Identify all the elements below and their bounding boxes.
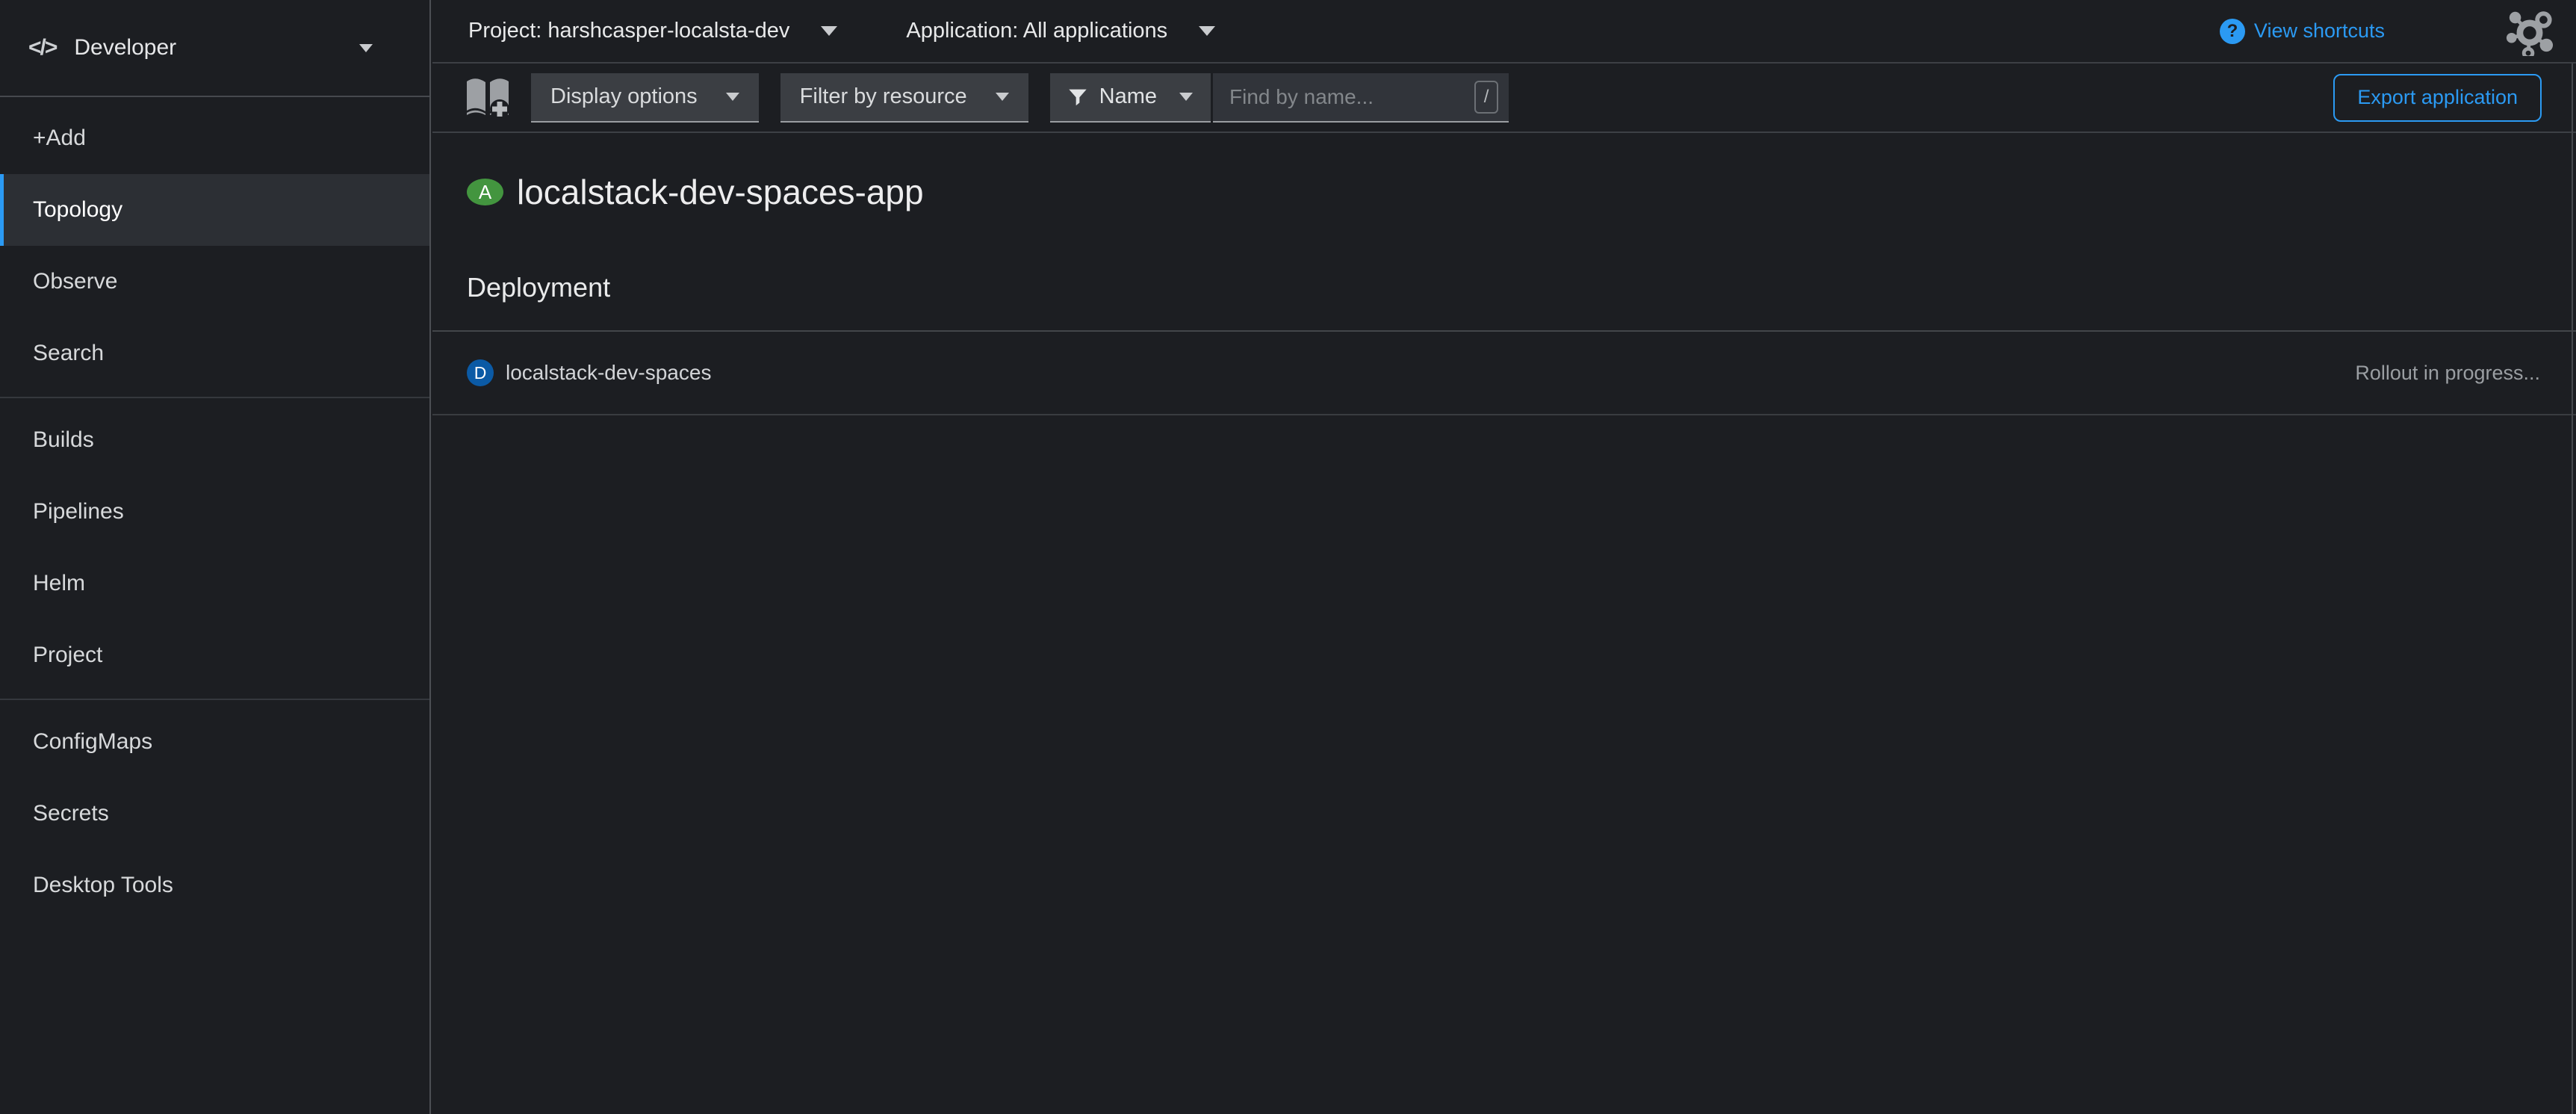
application-dropdown-label: Application: All applications — [906, 19, 1167, 43]
chevron-down-icon — [1179, 93, 1193, 101]
application-title: localstack-dev-spaces-app — [517, 172, 924, 212]
application-dropdown[interactable]: Application: All applications — [906, 19, 1215, 43]
sidebar: </> Developer +Add Topology Observe Sear… — [0, 0, 431, 1114]
main-area: Project: harshcasper-localsta-dev Applic… — [432, 0, 2576, 1114]
find-by-name-field: / — [1213, 73, 1509, 123]
chevron-down-icon — [1199, 26, 1215, 36]
chevron-down-icon — [726, 93, 739, 101]
sidebar-item-label: Topology — [33, 197, 122, 223]
view-shortcuts-link[interactable]: ? View shortcuts — [2220, 19, 2385, 44]
sidebar-item-topology[interactable]: Topology — [0, 174, 429, 246]
application-badge: A — [467, 179, 503, 205]
perspective-switcher[interactable]: </> Developer — [0, 0, 429, 97]
filter-by-resource-dropdown[interactable]: Filter by resource — [780, 73, 1028, 123]
chevron-down-icon — [821, 26, 837, 36]
sidebar-item-add[interactable]: +Add — [0, 102, 429, 174]
book-plus-icon — [464, 76, 512, 120]
name-filter-group: Name / — [1050, 73, 1509, 123]
sidebar-item-label: Secrets — [33, 801, 109, 826]
sidebar-divider — [0, 397, 429, 398]
openshift-console: </> Developer +Add Topology Observe Sear… — [0, 0, 2576, 1114]
export-application-button[interactable]: Export application — [2333, 74, 2542, 122]
sidebar-item-search[interactable]: Search — [0, 318, 429, 389]
deployment-badge: D — [467, 359, 494, 386]
context-bar: Project: harshcasper-localsta-dev Applic… — [432, 0, 2576, 64]
view-shortcuts-label: View shortcuts — [2254, 19, 2385, 43]
topology-graph-view-button[interactable] — [2504, 6, 2555, 57]
sidebar-item-label: Observe — [33, 269, 117, 294]
deployment-status: Rollout in progress... — [2355, 362, 2540, 385]
chevron-down-icon — [359, 44, 373, 52]
sidebar-item-pipelines[interactable]: Pipelines — [0, 476, 429, 548]
topology-list-view: A localstack-dev-spaces-app Deployment D… — [432, 172, 2576, 415]
deployment-name: localstack-dev-spaces — [506, 361, 711, 385]
find-by-name-input[interactable] — [1229, 85, 1474, 109]
chevron-down-icon — [996, 93, 1009, 101]
sidebar-item-desktop-tools[interactable]: Desktop Tools — [0, 850, 429, 921]
sidebar-item-label: Builds — [33, 427, 94, 453]
application-group-header: A localstack-dev-spaces-app — [467, 172, 2576, 212]
sidebar-item-label: +Add — [33, 126, 86, 151]
display-options-label: Display options — [550, 84, 698, 109]
project-dropdown[interactable]: Project: harshcasper-localsta-dev — [468, 19, 837, 43]
name-filter-label: Name — [1099, 84, 1157, 109]
deployment-row[interactable]: D localstack-dev-spaces Rollout in progr… — [432, 330, 2576, 415]
question-circle-icon: ? — [2220, 19, 2245, 44]
sidebar-item-configmaps[interactable]: ConfigMaps — [0, 706, 429, 778]
sidebar-item-label: Pipelines — [33, 499, 124, 524]
sidebar-item-builds[interactable]: Builds — [0, 404, 429, 476]
name-filter-dropdown[interactable]: Name — [1050, 73, 1211, 123]
slash-shortcut-key: / — [1474, 81, 1498, 114]
code-icon: </> — [28, 35, 56, 61]
filter-by-resource-label: Filter by resource — [800, 84, 967, 109]
sidebar-item-label: Search — [33, 341, 104, 366]
topology-icon — [2505, 7, 2554, 56]
filter-funnel-icon — [1068, 87, 1087, 107]
sidebar-item-observe[interactable]: Observe — [0, 246, 429, 318]
sidebar-item-project[interactable]: Project — [0, 619, 429, 691]
sidebar-item-label: ConfigMaps — [33, 729, 152, 755]
sidebar-item-label: Project — [33, 643, 102, 668]
display-options-dropdown[interactable]: Display options — [531, 73, 759, 123]
perspective-label: Developer — [74, 35, 176, 61]
section-heading: Deployment — [467, 272, 2576, 303]
sidebar-item-label: Desktop Tools — [33, 873, 173, 898]
project-dropdown-label: Project: harshcasper-localsta-dev — [468, 19, 789, 43]
sidebar-item-helm[interactable]: Helm — [0, 548, 429, 619]
sidebar-divider — [0, 699, 429, 700]
sidebar-nav: +Add Topology Observe Search Builds Pipe… — [0, 97, 429, 921]
sidebar-item-secrets[interactable]: Secrets — [0, 778, 429, 850]
vertical-scrollbar[interactable] — [2572, 64, 2576, 1114]
quick-search-button[interactable] — [463, 75, 512, 120]
sidebar-item-label: Helm — [33, 571, 85, 596]
topology-toolbar: Display options Filter by resource Name — [432, 64, 2576, 133]
